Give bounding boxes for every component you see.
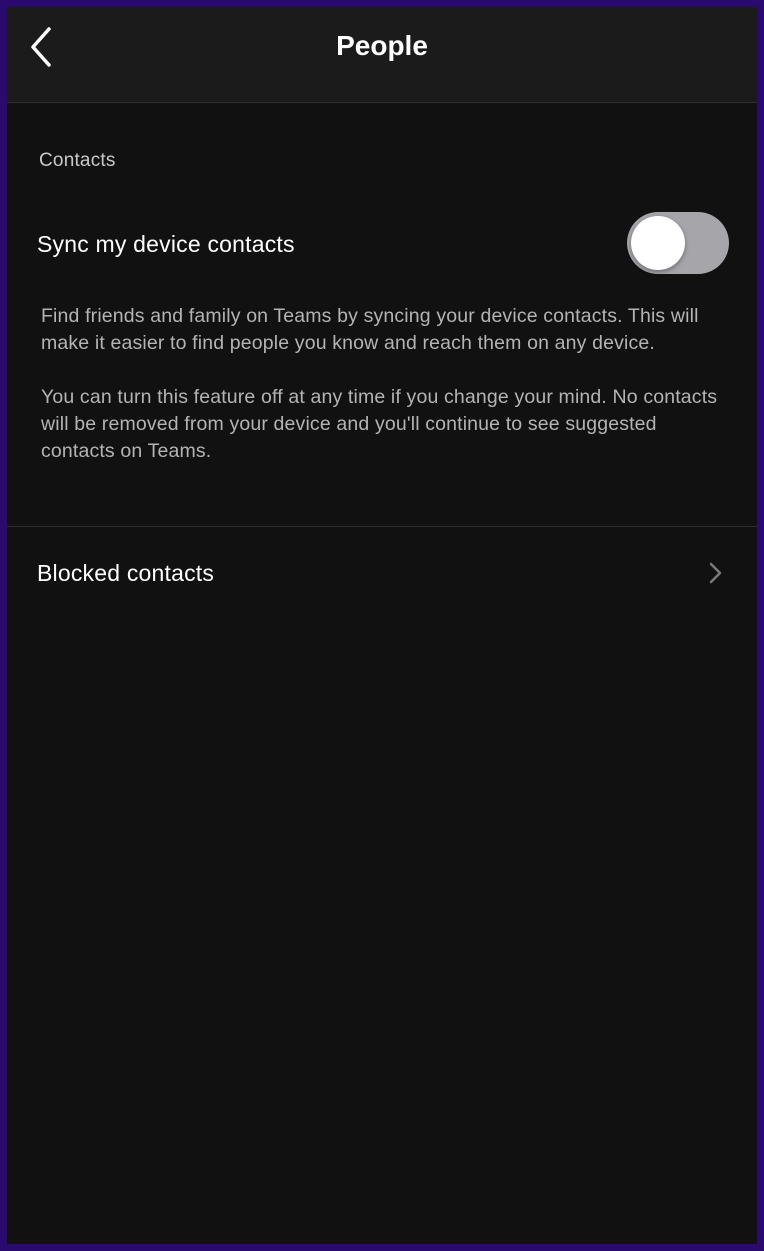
people-settings-screen: People Contacts Sync my device contacts …: [7, 7, 757, 1244]
description-paragraph: You can turn this feature off at any tim…: [41, 386, 718, 462]
sync-contacts-label: Sync my device contacts: [37, 231, 295, 257]
sync-description: Find friends and family on Teams by sync…: [41, 303, 731, 492]
sync-contacts-toggle[interactable]: [627, 212, 729, 274]
description-paragraph: Find friends and family on Teams by sync…: [41, 305, 699, 354]
chevron-right-icon: [709, 562, 722, 584]
page-title: People: [336, 30, 428, 61]
top-bar: People: [7, 7, 757, 103]
blocked-contacts-label: Blocked contacts: [37, 560, 215, 586]
section-label-contacts: Contacts: [39, 150, 116, 171]
toggle-knob: [631, 216, 685, 270]
blocked-contacts-row[interactable]: Blocked contacts: [7, 537, 757, 609]
divider: [7, 526, 757, 527]
sync-contacts-row: Sync my device contacts: [7, 207, 757, 279]
